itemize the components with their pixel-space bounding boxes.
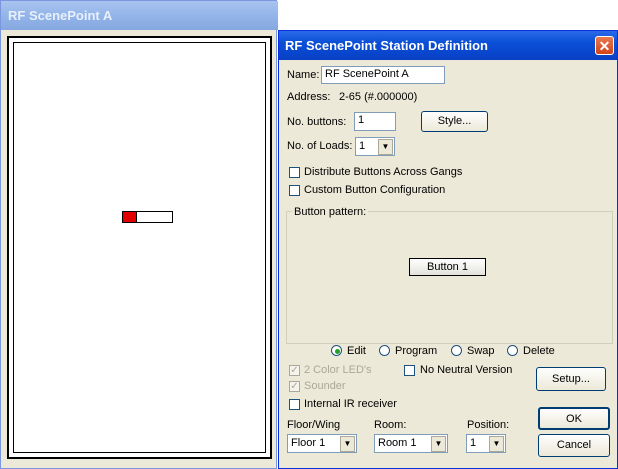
background-window-title[interactable]: RF ScenePoint A [1, 1, 278, 30]
floor-label: Floor/Wing [287, 419, 341, 431]
swap-radio-label: Swap [467, 345, 495, 357]
button-1-pattern-button[interactable]: Button 1 [409, 258, 486, 276]
ok-button[interactable]: OK [538, 407, 610, 430]
button-pattern-group [286, 211, 613, 344]
buttons-label: No. buttons: [287, 116, 347, 128]
name-field[interactable]: RF ScenePoint A [321, 66, 445, 84]
red-led-indicator [123, 212, 137, 222]
chevron-down-icon[interactable]: ▼ [378, 139, 393, 155]
room-dropdown-value: Room 1 [378, 437, 417, 449]
edit-radio-label: Edit [347, 345, 366, 357]
station-canvas-inner [13, 42, 266, 453]
internal-ir-label: Internal IR receiver [304, 398, 397, 410]
custom-config-label: Custom Button Configuration [304, 184, 446, 196]
swap-radio[interactable] [451, 345, 462, 356]
no-neutral-checkbox[interactable] [404, 365, 415, 376]
button-pattern-label: Button pattern: [292, 206, 369, 218]
chevron-down-icon[interactable]: ▼ [431, 436, 446, 452]
style-button[interactable]: Style... [421, 111, 488, 132]
two-color-led-label: 2 Color LED's [304, 364, 372, 376]
delete-radio-label: Delete [523, 345, 555, 357]
chevron-down-icon[interactable]: ▼ [489, 436, 504, 452]
delete-radio[interactable] [507, 345, 518, 356]
station-canvas [7, 36, 272, 459]
background-window: RF ScenePoint A [0, 0, 278, 469]
room-label: Room: [374, 419, 407, 431]
cancel-button[interactable]: Cancel [538, 434, 610, 457]
keypad-preview[interactable] [122, 211, 173, 223]
sounder-checkbox[interactable]: ✓ [289, 381, 300, 392]
dialog-title: RF ScenePoint Station Definition [279, 31, 617, 60]
close-button[interactable]: ✕ [595, 36, 614, 55]
room-dropdown[interactable]: Room 1 ▼ [374, 434, 448, 453]
floor-dropdown-value: Floor 1 [291, 437, 326, 449]
position-label: Position: [467, 419, 510, 431]
two-color-led-checkbox[interactable]: ✓ [289, 365, 300, 376]
buttons-count-field[interactable]: 1 [354, 112, 396, 131]
name-label: Name: [287, 69, 320, 81]
setup-button[interactable]: Setup... [536, 367, 606, 391]
internal-ir-checkbox[interactable] [289, 399, 300, 410]
address-value: 2-65 (#.000000) [339, 91, 418, 103]
distribute-checkbox[interactable] [289, 167, 300, 178]
chevron-down-icon[interactable]: ▼ [340, 436, 355, 452]
loads-dropdown-value: 1 [359, 140, 366, 152]
no-neutral-label: No Neutral Version [420, 364, 513, 376]
edit-radio[interactable] [331, 345, 342, 356]
position-dropdown-value: 1 [470, 437, 477, 449]
loads-label: No. of Loads: [287, 140, 353, 152]
position-dropdown[interactable]: 1 ▼ [466, 434, 506, 453]
distribute-label: Distribute Buttons Across Gangs [304, 166, 463, 178]
program-radio-label: Program [395, 345, 438, 357]
loads-dropdown[interactable]: 1 ▼ [355, 137, 395, 156]
sounder-label: Sounder [304, 380, 346, 392]
custom-config-checkbox[interactable] [289, 185, 300, 196]
address-label: Address: [287, 91, 331, 103]
program-radio[interactable] [379, 345, 390, 356]
floor-dropdown[interactable]: Floor 1 ▼ [287, 434, 357, 453]
station-definition-dialog: RF ScenePoint Station Definition ✕ Name:… [278, 30, 618, 469]
